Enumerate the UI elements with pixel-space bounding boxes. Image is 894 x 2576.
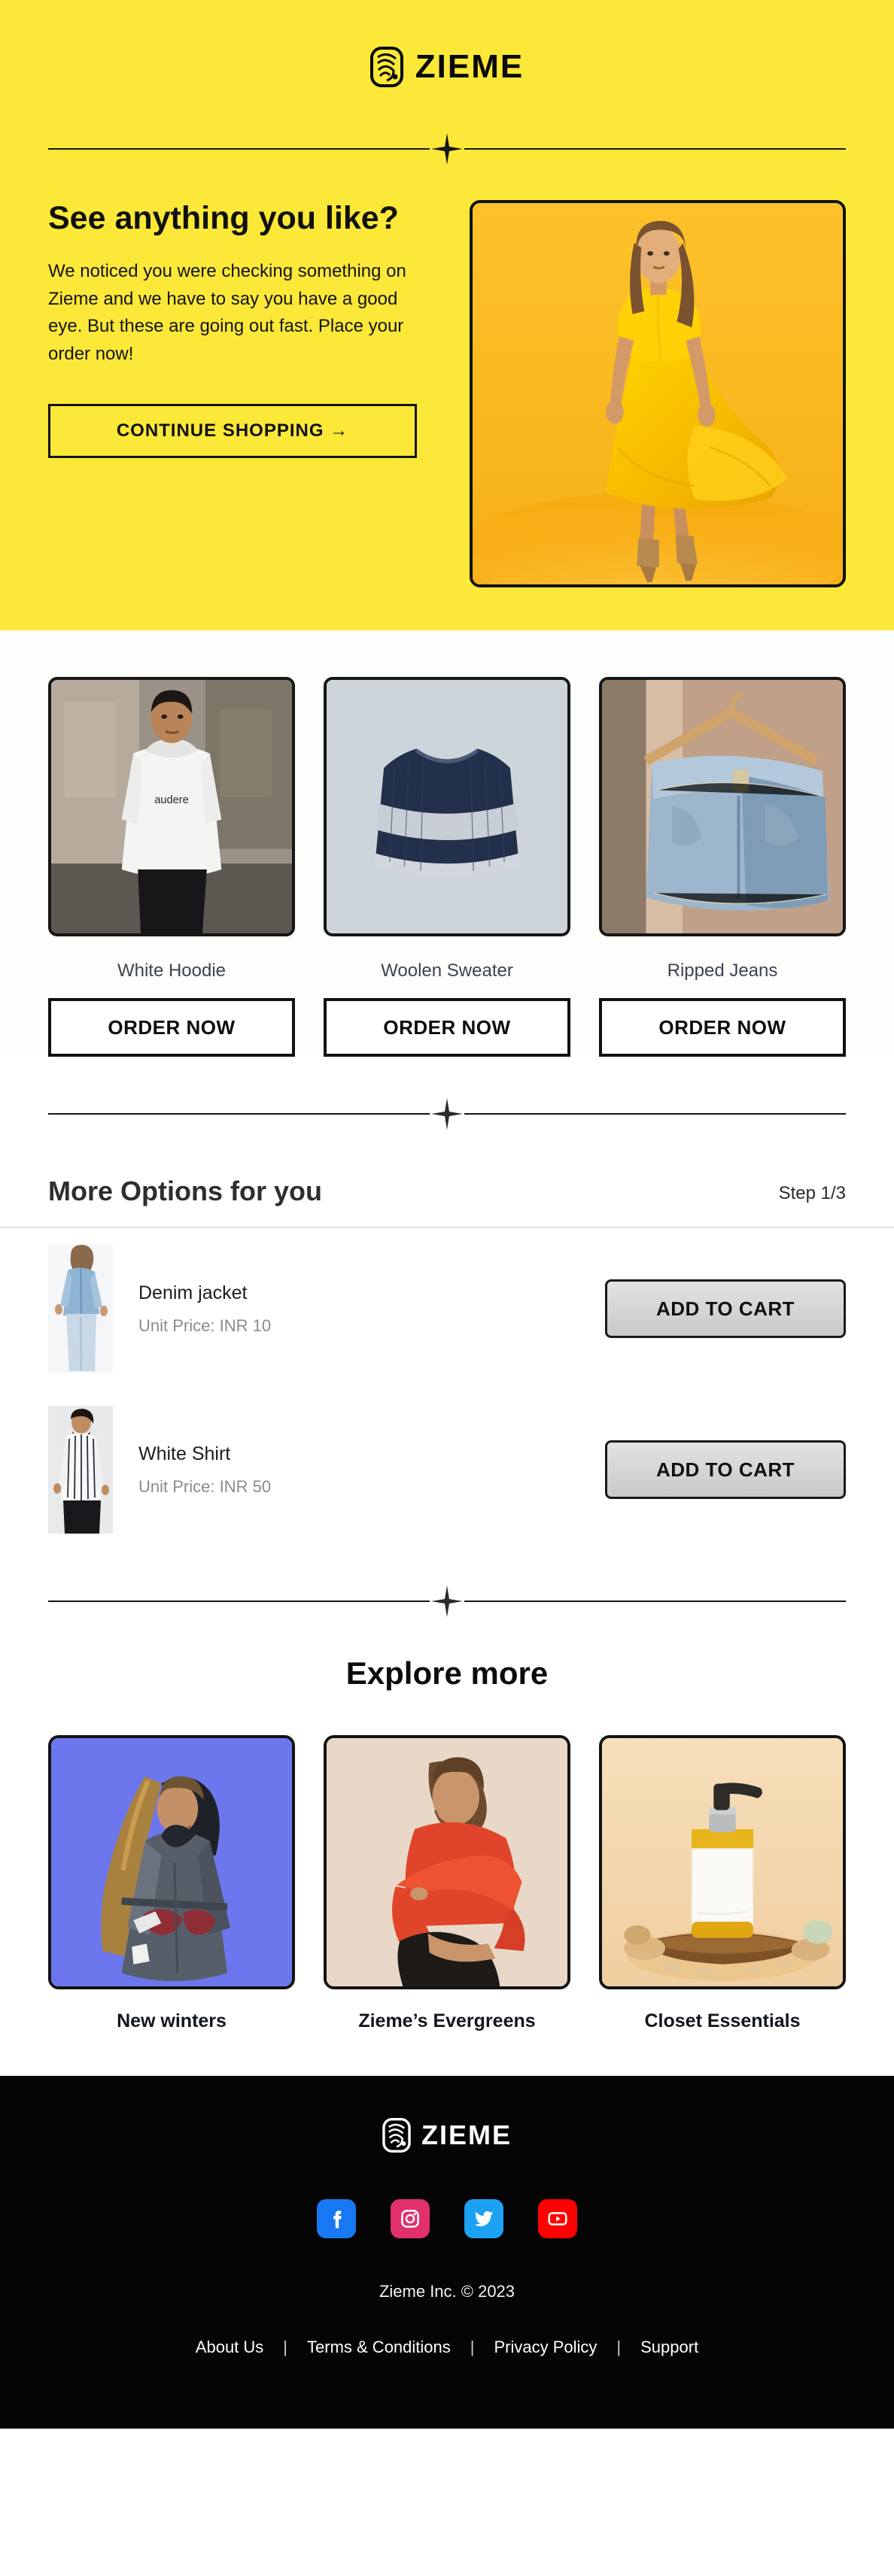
cart-item-row: Denim jacket Unit Price: INR 10 ADD TO C… [0,1228,894,1389]
footer-separator: | [283,2338,288,2356]
hero-image [470,200,846,587]
step-indicator: Step 1/3 [778,1183,846,1203]
divider-line-right [464,1113,846,1115]
product-name: Woolen Sweater [381,960,513,981]
more-options-header: More Options for you Step 1/3 [0,1176,894,1228]
explore-grid: New winters Zieme’s Evergreens Closet Es… [0,1735,894,2032]
facebook-icon[interactable] [317,2199,356,2238]
footer-brand-name: ZIEME [421,2119,512,2150]
explore-label: Zieme’s Evergreens [358,2010,536,2031]
cart-item-name: White Shirt [138,1443,231,1464]
hero-body: See anything you like? We noticed you we… [48,200,846,587]
email-page: ZIEME See anything you like? We noticed … [0,0,894,2576]
footer-separator: | [470,2338,475,2356]
product-card: Woolen Sweater ORDER NOW [324,677,570,1057]
copyright-text: Zieme Inc. © 2023 [379,2282,515,2301]
order-now-button[interactable]: ORDER NOW [48,998,295,1057]
cart-item-image [48,1406,113,1534]
explore-card[interactable]: Closet Essentials [599,1735,846,2032]
man-in-striped-white-shirt-image [48,1406,113,1534]
footer-links: About Us | Terms & Conditions | Privacy … [48,2338,846,2357]
four-point-star-icon [431,133,463,165]
product-name: White Hoodie [117,960,227,981]
hero-divider [48,133,846,165]
divider-line-right [464,1601,846,1602]
cart-item-info: Denim jacket Unit Price: INR 10 [138,1282,579,1336]
explore-card[interactable]: Zieme’s Evergreens [324,1735,570,2032]
divider-line-left [48,1113,430,1115]
footer: ZIEME Zieme Inc. © 2023 About Us | Terms… [0,2076,894,2429]
twitter-icon[interactable] [464,2199,503,2238]
cart-item-price: Unit Price: INR 10 [138,1315,272,1335]
pump-bottle-on-wood-slab-image [602,1738,843,1986]
woman-in-red-sweater-image [327,1738,567,1986]
section-divider [0,1585,894,1617]
product-image[interactable] [324,677,570,936]
add-to-cart-button[interactable]: ADD TO CART [605,1440,846,1499]
explore-image [599,1735,846,1989]
woman-in-yellow-dress-illustration [473,203,843,584]
hero-copy: See anything you like? We noticed you we… [48,200,470,587]
product-name: Ripped Jeans [667,960,778,981]
section-divider [0,1098,894,1130]
footer-link-privacy[interactable]: Privacy Policy [494,2338,597,2357]
explore-image [324,1735,570,1989]
four-point-star-icon [431,1585,463,1617]
cart-item-price: Unit Price: INR 50 [138,1476,272,1496]
man-wearing-white-hoodie-image: audere [51,680,292,933]
divider-line-left [48,1601,430,1602]
light-blue-jeans-on-hanger-image [602,680,843,933]
hero-paragraph: We noticed you were checking something o… [48,261,406,364]
add-to-cart-button[interactable]: ADD TO CART [605,1279,846,1338]
explore-label: New winters [117,2010,227,2031]
explore-title: Explore more [345,1655,549,1691]
woman-in-denim-jacket-image [48,1245,113,1373]
instagram-icon[interactable] [391,2199,430,2238]
footer-link-terms[interactable]: Terms & Conditions [307,2338,451,2357]
more-options-title: More Options for you [48,1176,322,1206]
cart-item-image [48,1245,113,1373]
four-point-star-icon [431,1098,463,1130]
product-card: audere White Hoodie ORDER NOW [48,677,295,1057]
woman-in-winter-coat-image [51,1738,292,1986]
explore-label: Closet Essentials [644,2010,801,2031]
more-options-section: More Options for you Step 1/3 Denim jack… [0,1176,894,1550]
explore-image [48,1735,295,1989]
brand-name: ZIEME [415,48,525,85]
divider-line-right [464,148,846,150]
product-grid: audere White Hoodie ORDER NOW Woolen Swe… [0,630,894,1057]
zieme-fingerprint-logo-icon [382,2118,411,2153]
product-image[interactable] [599,677,846,936]
product-image[interactable]: audere [48,677,295,936]
footer-link-support[interactable]: Support [640,2338,698,2357]
footer-link-about-us[interactable]: About Us [196,2338,264,2357]
explore-card[interactable]: New winters [48,1735,295,2032]
footer-separator: | [616,2338,622,2356]
hero-heading: See anything you like? [48,200,399,236]
order-now-button[interactable]: ORDER NOW [324,998,570,1057]
social-links [48,2199,846,2238]
footer-brand: ZIEME [48,2118,846,2153]
product-card: Ripped Jeans ORDER NOW [599,677,846,1057]
hero-section: ZIEME See anything you like? We noticed … [0,0,894,630]
cart-item-row: White Shirt Unit Price: INR 50 ADD TO CA… [0,1389,894,1550]
divider-line-left [48,148,430,150]
youtube-icon[interactable] [538,2199,577,2238]
cart-item-name: Denim jacket [138,1282,248,1303]
header-brand: ZIEME [48,0,846,134]
zieme-fingerprint-logo-icon [369,47,403,87]
cart-item-info: White Shirt Unit Price: INR 50 [138,1443,579,1497]
order-now-button[interactable]: ORDER NOW [599,998,846,1057]
navy-striped-woolen-sweater-image [327,680,567,933]
svg-text:audere: audere [154,794,189,806]
continue-shopping-button[interactable]: CONTINUE SHOPPING → [48,404,417,459]
